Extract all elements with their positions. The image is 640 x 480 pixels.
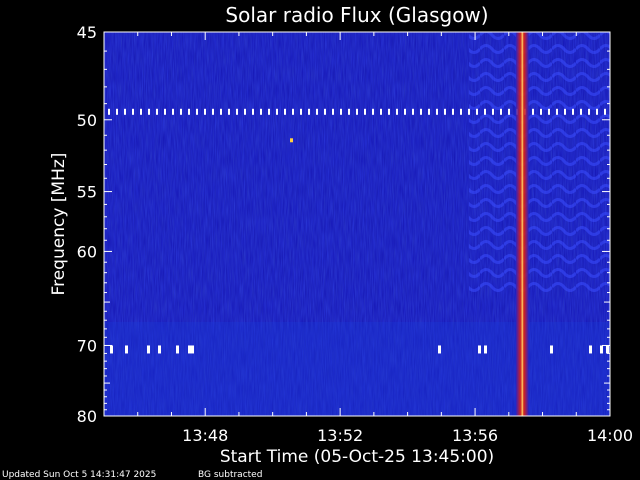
interference-mark (348, 108, 350, 115)
y-tick-label: 50 (77, 111, 97, 130)
interference-mark (600, 345, 603, 354)
interference-mark (220, 108, 222, 115)
interference-mark (364, 108, 366, 115)
interference-mark (188, 345, 191, 354)
interference-mark (492, 108, 494, 115)
x-tick-label: 13:56 (452, 426, 498, 445)
interference-mark (188, 108, 190, 115)
interference-mark (596, 108, 598, 115)
interference-mark (316, 108, 318, 115)
interference-mark (140, 108, 142, 115)
interference-mark (108, 108, 110, 115)
spectrogram-chart: 13:48 13:52 13:56 14:00 45 50 55 60 70 80 Solar … (49, 3, 633, 467)
interference-mark (125, 345, 128, 354)
interference-mark (308, 108, 310, 115)
interference-mark (172, 108, 174, 115)
interference-mark (124, 108, 126, 115)
interference-mark (484, 108, 486, 115)
interference-mark (550, 345, 553, 354)
interference-mark (340, 108, 342, 115)
interference-mark (212, 108, 214, 115)
x-tick-label: 13:52 (317, 426, 363, 445)
interference-mark (564, 108, 566, 115)
interference-mark (589, 345, 592, 354)
interference-mark (468, 108, 470, 115)
x-axis-label: Start Time (05-Oct-25 13:45:00) (220, 447, 494, 467)
interference-mark (236, 108, 238, 115)
interference-mark (404, 108, 406, 115)
interference-mark (572, 108, 574, 115)
updated-timestamp: Updated Sun Oct 5 14:31:47 2025 (2, 470, 157, 480)
interference-mark (148, 108, 150, 115)
y-tick-label: 70 (77, 336, 97, 355)
interference-mark (147, 345, 150, 354)
interference-mark (156, 108, 158, 115)
y-axis-label: Frequency [MHz] (49, 153, 69, 296)
interference-mark (324, 108, 326, 115)
interference-mark (380, 108, 382, 115)
interference-mark (300, 108, 302, 115)
interference-mark (116, 108, 118, 115)
interference-mark (191, 345, 194, 354)
interference-mark (508, 108, 510, 115)
interference-mark (110, 345, 113, 354)
interference-mark (452, 108, 454, 115)
interference-mark (548, 108, 550, 115)
radio-burst (515, 32, 529, 416)
interference-mark (532, 108, 534, 115)
interference-mark (606, 345, 609, 354)
interference-mark (176, 345, 179, 354)
x-tick-label: 13:48 (182, 426, 228, 445)
interference-mark (604, 108, 606, 115)
interference-mark (132, 108, 134, 115)
interference-mark (260, 108, 262, 115)
interference-mark (420, 108, 422, 115)
interference-mark (196, 108, 198, 115)
plot-lower-band (104, 322, 610, 416)
interference-mark (396, 108, 398, 115)
interference-mark (556, 108, 558, 115)
interference-mark (164, 108, 166, 115)
interference-mark (284, 108, 286, 115)
interference-mark (158, 345, 161, 354)
interference-mark (438, 345, 441, 354)
interference-mark (540, 108, 542, 115)
interference-mark (580, 108, 582, 115)
wave-interference-region (468, 32, 610, 292)
y-tick-label: 80 (77, 407, 97, 426)
interference-mark (252, 108, 254, 115)
interference-mark (460, 108, 462, 115)
interference-mark (476, 108, 478, 115)
wave-pattern (468, 32, 610, 292)
interference-mark (500, 108, 502, 115)
interference-mark (180, 108, 182, 115)
interference-mark (268, 108, 270, 115)
x-tick-label: 14:00 (587, 426, 633, 445)
y-tick-label: 55 (77, 183, 97, 202)
interference-mark (356, 108, 358, 115)
interference-mark (388, 108, 390, 115)
interference-mark (204, 108, 206, 115)
interference-mark (412, 108, 414, 115)
interference-mark (436, 108, 438, 115)
interference-mark (292, 108, 294, 115)
interference-mark (478, 345, 481, 354)
y-tick-label: 45 (77, 23, 97, 42)
interference-mark (244, 108, 246, 115)
interference-mark (228, 108, 230, 115)
artifact-dot (290, 138, 293, 143)
background-note: BG subtracted (198, 470, 263, 480)
interference-mark (332, 108, 334, 115)
y-tick-label: 60 (77, 242, 97, 261)
interference-mark (372, 108, 374, 115)
interference-mark (428, 108, 430, 115)
interference-mark (484, 345, 487, 354)
chart-title: Solar radio Flux (Glasgow) (225, 3, 488, 27)
interference-mark (444, 108, 446, 115)
interference-mark (276, 108, 278, 115)
interference-mark (588, 108, 590, 115)
